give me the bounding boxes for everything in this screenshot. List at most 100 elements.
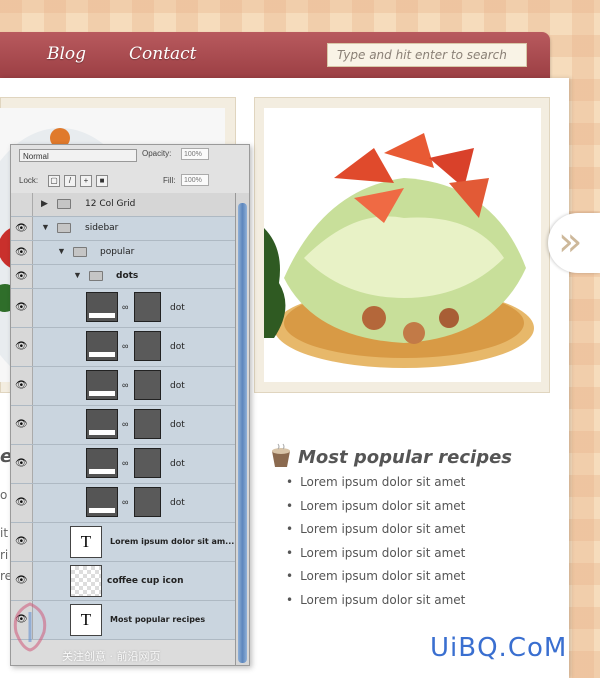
layer-name: dot (170, 342, 185, 352)
watermark-logo-icon (13, 602, 47, 652)
pixel-layer-thumbnail (70, 565, 102, 597)
eye-icon: 👁 (15, 419, 28, 430)
layer-thumbnail (86, 292, 118, 322)
lock-label: Lock: (19, 176, 39, 185)
layer-thumbnail (86, 448, 118, 478)
popular-recipes-heading: Most popular recipes (298, 447, 513, 468)
eye-icon: 👁 (15, 341, 28, 352)
vector-mask-thumbnail (134, 409, 161, 439)
layer-name: dot (170, 303, 185, 313)
layer-thumbnail (86, 409, 118, 439)
lock-all-icon[interactable]: ■ (96, 175, 108, 187)
taco-photo (264, 108, 541, 382)
visibility-toggle[interactable]: 👁 (11, 445, 33, 483)
layer-name: dot (170, 459, 185, 469)
eye-icon: 👁 (15, 222, 28, 234)
visibility-toggle[interactable]: 👁 (11, 484, 33, 522)
layer-row[interactable]: 👁 ▼ dots (11, 265, 235, 289)
visibility-toggle[interactable]: 👁 (11, 289, 33, 327)
lock-transparency-icon[interactable]: ▢ (48, 175, 60, 187)
layer-row[interactable]: 👁 ∞ dot (11, 484, 235, 523)
recipe-link[interactable]: Lorem ipsum dolor sit amet (286, 592, 465, 616)
visibility-toggle[interactable]: 👁 (11, 562, 33, 600)
eye-icon: 👁 (15, 246, 28, 258)
layer-row[interactable]: 👁 ∞ dot (11, 289, 235, 328)
folder-icon (89, 271, 103, 281)
recipe-link[interactable]: Lorem ipsum dolor sit amet (286, 474, 465, 498)
layer-name: sidebar (85, 223, 119, 233)
nav-link-blog[interactable]: Blog (47, 44, 86, 64)
lock-move-icon[interactable]: + (80, 175, 92, 187)
opacity-label: Opacity: (142, 149, 172, 158)
layer-row[interactable]: 👁 T Lorem ipsum dolor sit am... (11, 523, 235, 562)
next-slide-button[interactable]: » (548, 213, 600, 273)
layer-row[interactable]: ▶ 12 Col Grid (11, 193, 235, 217)
link-chain-icon: ∞ (122, 497, 129, 507)
layers-panel: Normal Opacity: 100% Lock: ▢ / + ■ Fill:… (10, 144, 250, 666)
fill-field[interactable]: 100% (181, 174, 209, 186)
visibility-toggle[interactable]: 👁 (11, 406, 33, 444)
layer-row[interactable]: 👁 ∞ dot (11, 406, 235, 445)
left-text-fragment: o (0, 488, 8, 502)
layer-name: 12 Col Grid (85, 199, 136, 209)
text-layer-icon: T (70, 604, 102, 636)
layer-name: Most popular recipes (110, 615, 206, 624)
watermark-caption: 关注创意 · 前沿网页 (62, 650, 161, 663)
nav-link-contact[interactable]: Contact (129, 44, 197, 64)
visibility-toggle[interactable] (11, 193, 33, 216)
layers-scrollbar[interactable] (235, 193, 249, 665)
visibility-toggle[interactable]: 👁 (11, 367, 33, 405)
popular-recipes-list: Lorem ipsum dolor sit amet Lorem ipsum d… (286, 474, 465, 616)
text-layer-icon: T (70, 526, 102, 558)
recipe-link[interactable]: Lorem ipsum dolor sit amet (286, 568, 465, 592)
link-chain-icon: ∞ (122, 302, 129, 312)
search-input[interactable]: Type and hit enter to search (327, 43, 527, 67)
recipe-link[interactable]: Lorem ipsum dolor sit amet (286, 498, 465, 522)
layer-thumbnail (86, 331, 118, 361)
layer-name: dot (170, 498, 185, 508)
visibility-toggle[interactable]: 👁 (11, 523, 33, 561)
layers-list: ▶ 12 Col Grid 👁 ▼ sidebar 👁 ▼ popular 👁 … (11, 193, 235, 640)
blend-mode-select[interactable]: Normal (19, 149, 137, 162)
collapsed-triangle-icon[interactable]: ▶ (41, 198, 48, 209)
opacity-field[interactable]: 100% (181, 148, 209, 160)
left-text-fragment: it (0, 526, 9, 540)
folder-icon (57, 199, 71, 209)
vector-mask-thumbnail (134, 370, 161, 400)
lock-brush-icon[interactable]: / (64, 175, 76, 187)
link-chain-icon: ∞ (122, 419, 129, 429)
recipe-link[interactable]: Lorem ipsum dolor sit amet (286, 521, 465, 545)
layer-row[interactable]: 👁 coffee cup icon (11, 562, 235, 601)
left-text-fragment: ri (0, 548, 9, 562)
layer-name: popular (100, 247, 135, 257)
layers-panel-header: Normal Opacity: 100% Lock: ▢ / + ■ Fill:… (11, 145, 249, 194)
visibility-toggle[interactable]: 👁 (11, 217, 33, 240)
visibility-toggle[interactable]: 👁 (11, 328, 33, 366)
visibility-toggle[interactable]: 👁 (11, 265, 33, 288)
coffee-cup-icon (272, 443, 290, 467)
link-chain-icon: ∞ (122, 380, 129, 390)
eye-icon: 👁 (15, 575, 28, 586)
layer-row[interactable]: 👁 ▼ popular (11, 241, 235, 265)
layer-row[interactable]: 👁 ∞ dot (11, 328, 235, 367)
layer-name: Lorem ipsum dolor sit am... (110, 537, 235, 546)
folder-icon (57, 223, 71, 233)
link-chain-icon: ∞ (122, 458, 129, 468)
eye-icon: 👁 (15, 536, 28, 547)
eye-icon: 👁 (15, 458, 28, 469)
eye-icon: 👁 (15, 497, 28, 508)
layer-row[interactable]: 👁 ▼ sidebar (11, 217, 235, 241)
recipe-link[interactable]: Lorem ipsum dolor sit amet (286, 545, 465, 569)
expanded-triangle-icon[interactable]: ▼ (57, 246, 66, 256)
layer-name: dots (116, 271, 139, 281)
expanded-triangle-icon[interactable]: ▼ (73, 270, 82, 280)
visibility-toggle[interactable]: 👁 (11, 241, 33, 264)
expanded-triangle-icon[interactable]: ▼ (41, 222, 50, 232)
fill-label: Fill: (163, 176, 176, 185)
eye-icon: 👁 (15, 380, 28, 391)
layer-row[interactable]: 👁 ∞ dot (11, 367, 235, 406)
layer-row[interactable]: 👁 ∞ dot (11, 445, 235, 484)
scrollbar-thumb[interactable] (238, 203, 247, 663)
vector-mask-thumbnail (134, 292, 161, 322)
link-chain-icon: ∞ (122, 341, 129, 351)
